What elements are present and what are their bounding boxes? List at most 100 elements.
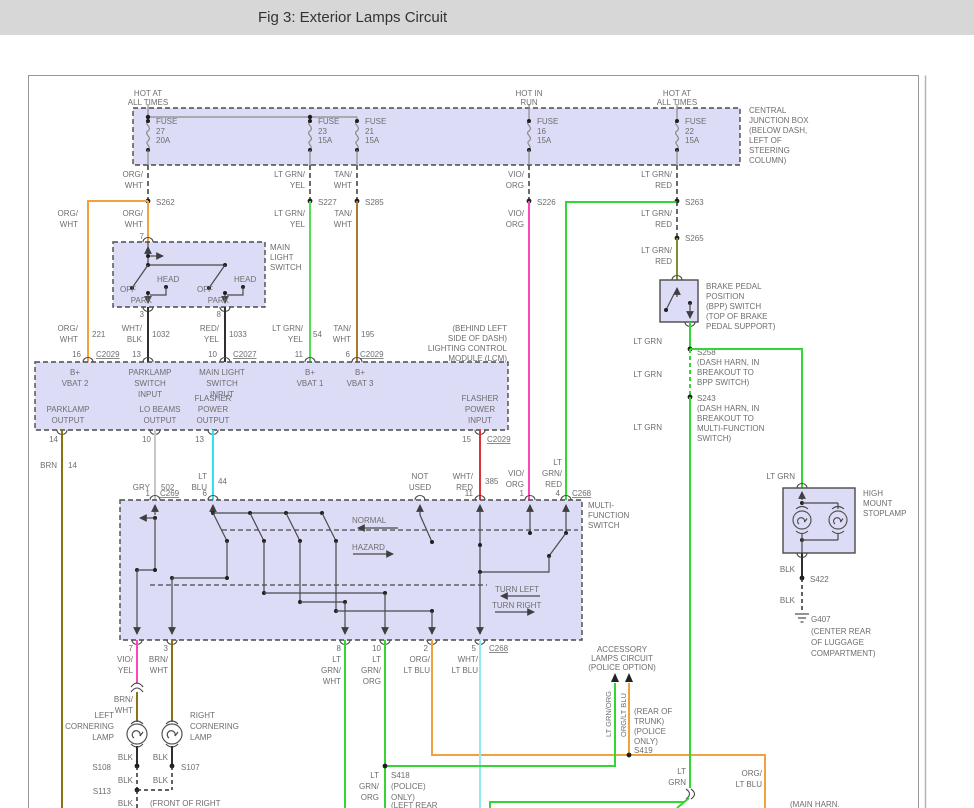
- pin-function: PARKLAMP: [47, 405, 90, 414]
- pin-number: 11: [295, 350, 304, 359]
- pin-function: INPUT: [468, 416, 492, 425]
- wire-label: RED: [655, 220, 672, 229]
- pin-number: 10: [142, 435, 151, 444]
- splice-label: S263: [685, 198, 704, 207]
- component-label: STOPLAMP: [863, 509, 906, 518]
- switch-position: PARK: [131, 296, 153, 305]
- circuit-number: 1033: [229, 330, 247, 339]
- fuse-number: 16: [537, 127, 546, 136]
- wire-label: ORG: [506, 220, 524, 229]
- note-line: (BELOW DASH,: [749, 126, 807, 135]
- wire-label: LT GRN: [633, 337, 662, 346]
- note-line: (REAR OF: [634, 707, 672, 716]
- pin-function: B+: [355, 368, 365, 377]
- wire-label: WHT: [150, 666, 168, 675]
- note-line: TRUNK): [634, 717, 665, 726]
- note-line: OF LUGGAGE: [811, 638, 864, 647]
- pin-number: 15: [462, 435, 471, 444]
- note-line: ACCESSORY: [597, 645, 648, 654]
- pin-function: VBAT 3: [347, 379, 374, 388]
- splice-label: S262: [156, 198, 175, 207]
- wire-label: ORG/: [58, 324, 79, 333]
- note-line: COLUMN): [749, 156, 787, 165]
- wire-label: WHT: [323, 677, 341, 686]
- pin-number: 10: [372, 644, 381, 653]
- component-label: MULTI-: [588, 501, 614, 510]
- wire-label: LT GRN: [633, 423, 662, 432]
- lighting-control-module: 16 C2029 13 10 C2027 11 6 C2029 B+ VBAT …: [34, 350, 511, 444]
- circuit-number: 1032: [152, 330, 170, 339]
- pin-number: 2: [424, 644, 429, 653]
- component-label: LEFT: [94, 711, 114, 720]
- component-label: (TOP OF BRAKE: [706, 312, 768, 321]
- bpp-switch: BRAKE PEDAL POSITION (BPP) SWITCH (TOP O…: [659, 275, 776, 331]
- wire-label: RED: [655, 181, 672, 190]
- splice-label: S108: [92, 763, 111, 772]
- switch-position: PARK: [208, 296, 230, 305]
- wire-label: GRN/: [321, 666, 342, 675]
- pin-function: SWITCH: [206, 379, 238, 388]
- pin-number: 8: [217, 310, 222, 319]
- splice-label: S227: [318, 198, 337, 207]
- note-line: (BEHIND LEFT: [452, 324, 507, 333]
- wire-label: WHT: [333, 335, 351, 344]
- note-line: STEERING: [749, 146, 790, 155]
- component-label: RIGHT: [190, 711, 215, 720]
- wire-label: LT BLU: [452, 666, 479, 675]
- wire-label: ORG/: [123, 170, 144, 179]
- wire-label: WHT: [125, 220, 143, 229]
- wire-label: VIO/: [508, 170, 525, 179]
- splice-label: S419: [634, 746, 653, 755]
- splice-label: S243: [697, 394, 716, 403]
- wire-label: ORG: [506, 181, 524, 190]
- wire-label: WHT: [125, 181, 143, 190]
- wire-label: TAN/: [334, 209, 352, 218]
- connector-label: C2029: [96, 350, 120, 359]
- circuit-number: 195: [361, 330, 375, 339]
- wire-label: USED: [409, 483, 431, 492]
- wire-label: LT GRN: [766, 472, 795, 481]
- wire-label: LT BLU: [736, 780, 763, 789]
- wire-label: GRN/: [359, 782, 380, 791]
- pin-number: 13: [195, 435, 204, 444]
- wire-label: TAN/: [334, 170, 352, 179]
- wire-label: LT: [332, 655, 341, 664]
- connector-label: C268: [572, 489, 592, 498]
- fuse-amps: 15A: [365, 136, 380, 145]
- pin-function: OUTPUT: [197, 416, 230, 425]
- wire-label: WHT/: [453, 472, 474, 481]
- wire-label: BLK: [780, 596, 796, 605]
- pin-function: SWITCH: [134, 379, 166, 388]
- power-label: ALL TIMES: [657, 98, 697, 107]
- ground-label: G407: [811, 615, 831, 624]
- page-title: Fig 3: Exterior Lamps Circuit: [258, 9, 448, 26]
- pin-number: 3: [140, 310, 145, 319]
- mode-label: HAZARD: [352, 543, 385, 552]
- wire-label: BLK: [153, 753, 169, 762]
- note-line: (POLICE): [391, 782, 426, 791]
- wire-label: LT: [370, 771, 379, 780]
- circuit-number: 385: [485, 477, 499, 486]
- wire-label: ORG/: [742, 769, 763, 778]
- mode-label: TURN LEFT: [495, 585, 539, 594]
- connector-label: C2029: [487, 435, 511, 444]
- component-label: HIGH: [863, 489, 883, 498]
- wire-label: YEL: [288, 335, 304, 344]
- pin-number: 5: [472, 644, 477, 653]
- component-label: PEDAL SUPPORT): [706, 322, 776, 331]
- wire-label: RED: [545, 480, 562, 489]
- note-line: LAMPS CIRCUIT: [591, 654, 653, 663]
- wire-label: WHT/: [458, 655, 479, 664]
- splice-label: S265: [685, 234, 704, 243]
- wire-label: WHT: [60, 220, 78, 229]
- pin-number: 6: [203, 489, 208, 498]
- wire-label: VIO/: [508, 469, 525, 478]
- wire-label: LT: [198, 472, 207, 481]
- multi-function-switch: 1 C269 6 11 1 4 C268 NORMAL HAZARD TURN …: [119, 489, 630, 653]
- component-label: CORNERING: [190, 722, 239, 731]
- wire-label: ORG: [506, 480, 524, 489]
- power-label: HOT AT: [663, 89, 691, 98]
- note-line: ONLY): [634, 737, 658, 746]
- pin-number: 11: [465, 489, 474, 498]
- pin-number: 6: [346, 350, 351, 359]
